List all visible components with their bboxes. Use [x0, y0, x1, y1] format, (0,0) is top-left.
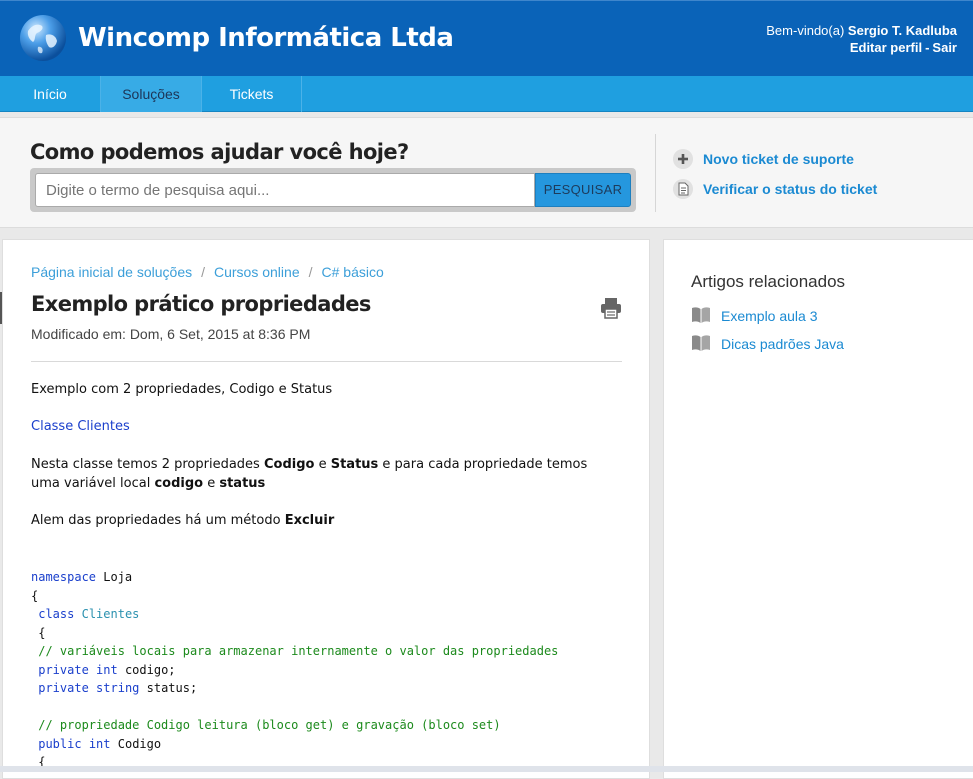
code-text: { [38, 625, 46, 640]
code-type: Clientes [81, 607, 140, 621]
paragraph-intro: Exemplo com 2 propriedades, Codigo e Sta… [31, 382, 333, 397]
user-name: Sergio T. Kadluba [847, 23, 957, 38]
account-links: Editar perfil - Sair [766, 39, 957, 56]
breadcrumb-separator: / [201, 264, 205, 280]
text-run: e [314, 457, 331, 472]
search-box: PESQUISAR [30, 168, 636, 212]
code-keyword: private [38, 662, 89, 677]
welcome-area: Bem-vindo(a) Sergio T. Kadluba Editar pe… [766, 22, 957, 56]
breadcrumb: Página inicial de soluções / Cursos online… [31, 264, 384, 280]
bottom-edge [0, 766, 973, 772]
brand-name[interactable]: Wincomp Informática Ltda [78, 23, 454, 53]
print-icon[interactable] [599, 296, 623, 320]
text-run: e [203, 476, 220, 491]
bold-codigo: Codigo [263, 457, 315, 472]
related-panel: Artigos relacionados Exemplo aula 3 Dica… [663, 239, 973, 779]
main-nav: Início Soluções Tickets [0, 76, 973, 112]
logout-link[interactable]: Sair [932, 40, 957, 55]
code-comment: // propriedade Codigo leitura (bloco get… [38, 718, 501, 732]
book-icon [692, 335, 710, 351]
welcome-prefix: Bem-vindo(a) [766, 23, 845, 38]
check-status-label: Verificar o status do ticket [703, 181, 878, 197]
code-keyword: public [38, 736, 82, 751]
breadcrumb-home[interactable]: Página inicial de soluções [31, 264, 192, 280]
edit-profile-link[interactable]: Editar perfil [850, 40, 922, 55]
code-keyword: string [96, 681, 140, 695]
paragraph-link-line: Classe Clientes [31, 417, 611, 436]
new-ticket-label: Novo ticket de suporte [703, 151, 854, 167]
search-heading: Como podemos ajudar você hoje? [30, 140, 409, 164]
breadcrumb-csharp[interactable]: C# básico [322, 264, 384, 280]
welcome-line: Bem-vindo(a) Sergio T. Kadluba [766, 22, 957, 39]
paragraph-method: Alem das propriedades há um método Exclu… [31, 511, 611, 530]
code-keyword: int [88, 736, 111, 751]
code-keyword: int [96, 662, 118, 677]
text-run: Nesta classe temos 2 propriedades [31, 457, 264, 472]
book-icon [692, 307, 710, 323]
code-keyword: namespace [31, 570, 97, 584]
related-item-label: Exemplo aula 3 [721, 308, 818, 324]
bold-status-var: status [219, 476, 266, 491]
code-text: { [31, 588, 39, 603]
title-divider [31, 361, 622, 362]
search-band: Como podemos ajudar você hoje? PESQUISAR… [0, 117, 973, 228]
related-item-label: Dicas padrões Java [721, 336, 844, 352]
account-separator: - [925, 40, 930, 55]
globe-logo-icon[interactable] [18, 13, 68, 63]
document-icon [673, 179, 693, 199]
code-text: Loja [96, 570, 133, 584]
search-input[interactable] [35, 173, 535, 207]
text-run: Alem das propriedades há um método [31, 513, 285, 528]
code-text: codigo; [117, 662, 176, 677]
breadcrumb-separator: / [308, 264, 313, 280]
paragraph-properties: Nesta classe temos 2 propriedades Codigo… [31, 455, 611, 493]
breadcrumb-cursos[interactable]: Cursos online [214, 264, 300, 280]
code-text: Codigo [110, 736, 162, 751]
search-divider [655, 134, 656, 212]
site-header: Wincomp Informática Ltda Bem-vindo(a) Se… [0, 0, 973, 76]
tab-tickets[interactable]: Tickets [202, 76, 302, 112]
code-text: status; [139, 681, 198, 695]
tab-inicio[interactable]: Início [0, 76, 101, 112]
bold-excluir: Excluir [284, 513, 335, 528]
search-button[interactable]: PESQUISAR [535, 173, 631, 207]
code-keyword: private [38, 681, 89, 695]
plus-icon [673, 149, 693, 169]
bold-codigo-var: codigo [154, 476, 204, 491]
bold-status: Status [330, 457, 379, 472]
article-panel: Página inicial de soluções / Cursos online… [2, 239, 650, 779]
tab-solucoes[interactable]: Soluções [101, 76, 202, 112]
modified-date: Modificado em: Dom, 6 Set, 2015 at 8:36 … [31, 326, 311, 342]
code-block: namespace Loja { class Clientes { // var… [31, 568, 558, 772]
article-title: Exemplo prático propriedades [31, 292, 371, 316]
code-comment: // variáveis locais para armazenar inter… [38, 644, 559, 658]
classe-clientes-link[interactable]: Classe Clientes [31, 419, 130, 434]
related-heading: Artigos relacionados [691, 272, 846, 291]
code-keyword: class [38, 607, 75, 621]
